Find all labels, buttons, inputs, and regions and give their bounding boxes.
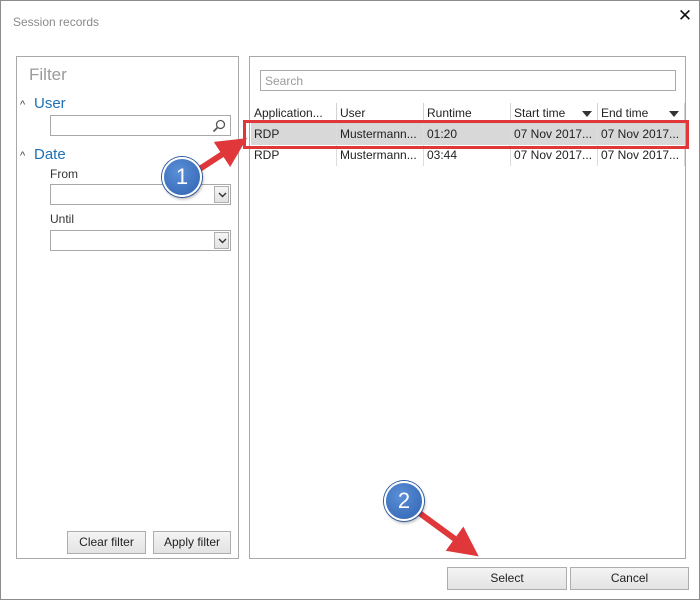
arrow-to-select bbox=[416, 509, 479, 557]
arrow-to-row bbox=[193, 138, 248, 175]
annotation-arrows bbox=[193, 138, 479, 557]
step-1-badge: 1 bbox=[162, 157, 202, 197]
step-2-badge: 2 bbox=[384, 481, 424, 521]
